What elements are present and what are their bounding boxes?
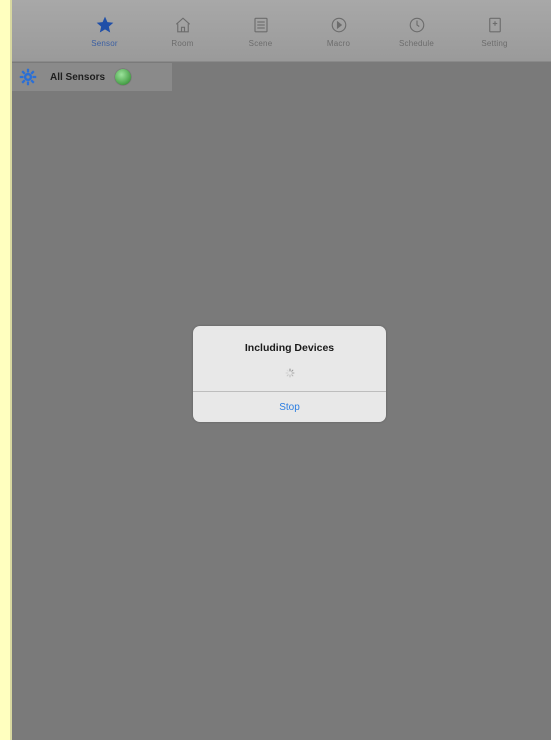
including-devices-dialog: Including Devices Stop (193, 326, 386, 422)
tab-label: Room (171, 38, 194, 48)
tab-label: Setting (481, 38, 508, 48)
tab-label: Sensor (91, 38, 118, 48)
dialog-body: Including Devices (193, 326, 386, 391)
tab-setting[interactable]: Setting (457, 3, 532, 59)
status-indicator (115, 69, 132, 85)
home-icon (172, 14, 194, 36)
app-frame: Sensor Room Scene Macro Schedule Setting… (10, 0, 551, 740)
macro-icon (328, 14, 350, 36)
setting-icon (484, 14, 506, 36)
tab-label: Schedule (399, 38, 434, 48)
tab-macro[interactable]: Macro (301, 3, 376, 59)
dialog-title: Including Devices (244, 342, 335, 354)
tab-sensor[interactable]: Sensor (67, 3, 142, 59)
tab-schedule[interactable]: Schedule (379, 3, 454, 59)
tab-label: Scene (248, 38, 273, 48)
spinner-icon (285, 365, 295, 378)
tab-room[interactable]: Room (145, 3, 220, 59)
tab-bar: Sensor Room Scene Macro Schedule Setting (12, 0, 551, 62)
sensor-filter-row: All Sensors (12, 63, 172, 91)
tab-scene[interactable]: Scene (223, 3, 298, 59)
scene-icon (250, 14, 272, 36)
star-icon (94, 14, 116, 36)
stop-button[interactable]: Stop (193, 392, 386, 422)
tab-label: Macro (326, 38, 351, 48)
clock-icon (406, 14, 428, 36)
gear-icon[interactable] (18, 67, 38, 87)
filter-label[interactable]: All Sensors (50, 72, 105, 83)
